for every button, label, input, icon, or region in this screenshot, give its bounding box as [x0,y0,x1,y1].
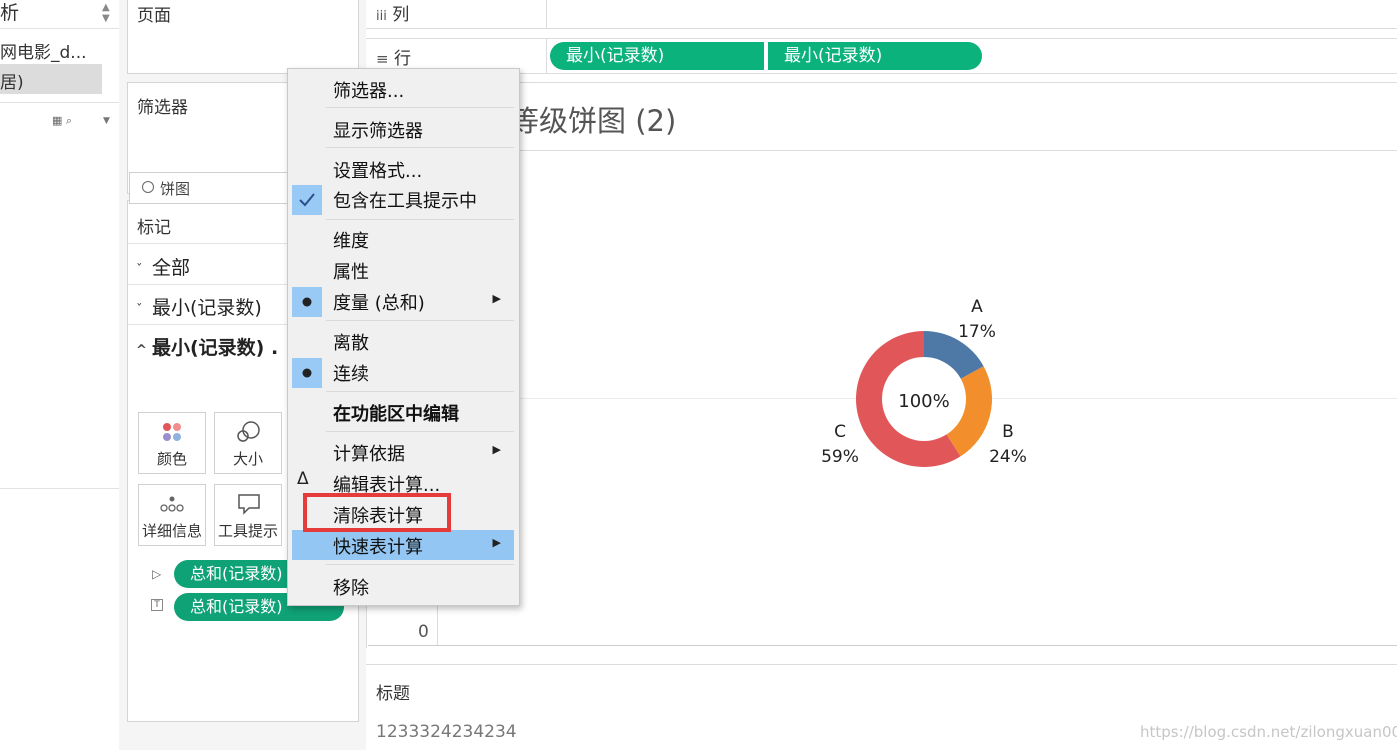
marks-tab-min-1[interactable]: ˇ 最小(记录数) [136,293,262,320]
watermark: https://blog.csdn.net/zilongxuan008 [1140,723,1397,741]
submenu-arrow-icon: ▶ [492,536,501,549]
rows-shelf[interactable]: ≡ 行 最小(记录数) 最小(记录数) [366,38,1397,74]
menu-item-include-tooltip[interactable]: 包含在工具提示中 [288,185,519,215]
axis-tick-label: 0 [418,622,429,642]
view-toggle-icon[interactable]: ▦ ⌕ [52,114,72,128]
submenu-arrow-icon: ▶ [492,292,501,305]
columns-shelf-label: iii 列 [376,5,410,25]
menu-item-compute-using[interactable]: 计算依据 ▶ [288,438,519,466]
chevron-up-icon: ^ [136,343,147,358]
menu-item-attribute[interactable]: 属性 [288,256,519,284]
menu-item-filter[interactable]: 筛选器... [288,75,519,103]
mark-type-label: 饼图 [160,180,191,198]
donut-center-label: 100% [898,391,949,412]
data-pane-title: 析 [0,2,20,24]
color-button[interactable]: 颜色 [138,412,206,474]
columns-icon: iii [376,9,387,24]
divider [0,102,119,103]
detail-button[interactable]: 详细信息 [138,484,206,546]
chevron-down-icon: ˇ [136,303,143,318]
divider [0,28,119,29]
divider [546,0,547,28]
menu-separator [326,107,514,108]
marks-tab-label: 最小(记录数) . [152,337,279,359]
menu-separator [326,564,514,565]
delta-icon: Δ [297,469,309,489]
data-pane [0,0,120,750]
menu-item-dimension[interactable]: 维度 [288,225,519,253]
menu-separator [326,320,514,321]
caption-text[interactable]: 1233324234234 [376,722,517,742]
data-source-label: 居) [0,73,24,93]
divider [0,488,119,489]
detail-icon [160,496,184,512]
color-icon [163,423,181,441]
slice-label-b: B 24% [989,422,1027,467]
size-icon [237,421,260,442]
pages-card[interactable]: 页面 [127,0,359,74]
size-button[interactable]: 大小 [214,412,282,474]
data-source-item-selected[interactable]: 居) [0,64,102,94]
marks-tab-label: 全部 [152,257,191,279]
divider [368,645,1397,646]
marks-card-title: 标记 [137,218,171,238]
caption-title: 标题 [376,684,410,704]
menu-separator [326,391,514,392]
bullet-icon [292,358,322,388]
menu-separator [326,219,514,220]
sheet-title[interactable]: 等级饼图 (2) [510,98,676,140]
menu-item-format[interactable]: 设置格式... [288,155,519,183]
pie-icon [142,181,154,193]
tooltip-button-label: 工具提示 [217,522,278,540]
row-pill-2[interactable]: 最小(记录数) [768,42,982,70]
menu-item-show-filter[interactable]: 显示筛选器 [288,115,519,143]
menu-item-continuous[interactable]: 连续 [288,358,519,388]
size-button-label: 大小 [232,450,263,468]
menu-item-measure[interactable]: 度量 (总和) ▶ [288,287,519,317]
label-icon: T [151,599,163,611]
bullet-icon [292,287,322,317]
tooltip-icon [238,494,260,515]
slice-label-a: A 17% [958,297,996,342]
chevron-down-icon[interactable]: ▼ [103,116,110,126]
menu-separator [326,147,514,148]
detail-button-label: 详细信息 [141,522,202,540]
filters-card-title: 筛选器 [137,98,188,118]
menu-item-quick-table-calc[interactable]: 快速表计算 ▶ [288,531,519,559]
chevron-down-icon: ˇ [136,263,143,278]
rows-icon: ≡ [376,50,389,68]
marks-tab-all[interactable]: ˇ 全部 [136,253,190,280]
columns-shelf[interactable]: iii 列 [366,0,1397,29]
slice-label-c: C 59% [821,422,859,467]
menu-separator [326,431,514,432]
row-pill-1[interactable]: 最小(记录数) [550,42,764,70]
donut-chart[interactable]: 100% [850,325,998,473]
menu-item-edit-in-shelf[interactable]: 在功能区中编辑 [288,398,519,426]
sort-icon[interactable]: ▲ ▼ [102,2,110,24]
submenu-arrow-icon: ▶ [492,443,501,456]
pages-card-title: 页面 [137,6,171,26]
menu-item-remove[interactable]: 移除 [288,572,519,600]
tooltip-button[interactable]: 工具提示 [214,484,282,546]
divider [546,39,547,73]
angle-icon: ▷ [152,567,162,581]
divider [368,150,1397,151]
marks-tab-label: 最小(记录数) [152,297,262,319]
data-source-item[interactable]: 网电影_d... [0,38,87,63]
menu-item-discrete[interactable]: 离散 [288,327,519,355]
checkmark-icon [292,185,322,215]
rows-shelf-label: ≡ 行 [376,49,411,69]
color-button-label: 颜色 [156,450,187,468]
annotation-highlight-box [303,493,451,532]
marks-tab-min-2[interactable]: ^ 最小(记录数) . [136,333,278,360]
